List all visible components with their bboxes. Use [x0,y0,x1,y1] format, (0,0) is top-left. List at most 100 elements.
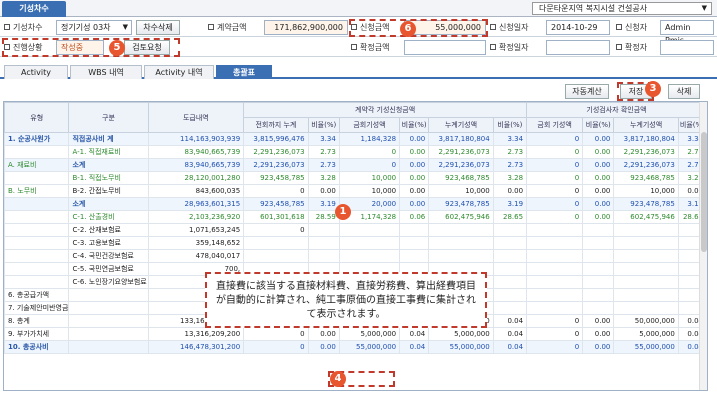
cell-c2: 0.00 [307,340,340,354]
cell-c9: 2,291,236,073 [613,158,679,172]
scrollbar-thumb[interactable] [701,132,707,252]
badge-1: 1 [335,204,351,220]
table-row[interactable]: C-2. 산재보험료 1,071,653,245 0 [4,223,707,237]
header-sub-6: 금회 기성액 [526,117,584,133]
cell-contract: 114,163,903,939 [147,132,245,146]
cell-c5: 602,475,946 [428,210,494,224]
cell-c3: 10,000 [338,184,401,198]
table-row[interactable]: C-3. 고용보험료 359,148,652 [4,236,707,250]
table-row[interactable]: A-1. 직접재료비 83,940,665,739 2,291,236,073 2.7… [4,145,707,159]
cell-c7: 0 [526,340,584,354]
cell-c1: 0 [243,223,309,237]
cell-c9: 3,817,180,804 [613,132,679,146]
confirm-date-field[interactable] [546,40,610,55]
header-group-confirm: 기성검사자 확인금액 [526,102,707,118]
cell-c7: 0 [526,197,584,211]
table-row[interactable]: 소계 28,963,601,315 923,458,785 3.19 20,000 0.0… [4,197,707,211]
cell-c7 [526,301,584,315]
tab-activity[interactable]: Activity [4,65,68,79]
cell-c2 [307,236,340,250]
cell-c6 [492,236,528,250]
header-sub-2: 금회기성액 [338,117,401,133]
cell-c8: 0.00 [582,210,615,224]
cell-c4: 0.00 [399,171,430,185]
request-date-field[interactable]: 2014-10-29 [546,20,610,35]
cell-c4: 0.00 [399,197,430,211]
cell-c1: 923,458,785 [243,171,309,185]
cell-c5 [428,249,494,263]
cell-c1: 2,291,236,073 [243,158,309,172]
checkbox-icon [4,24,10,30]
checkbox-icon [616,44,622,50]
label-request-date: 신청일자 [490,20,528,35]
cell-type [4,275,70,289]
table-row[interactable]: C-4. 국민건강보험료 478,040,017 [4,249,707,263]
applicant-field[interactable]: Admin Pmis [660,20,714,45]
table-row[interactable]: B-1. 직접노무비 28,120,001,280 923,458,785 3.28 1… [4,171,707,185]
chevron-down-icon: ▼ [701,4,707,12]
cell-c9: 55,000,000 [613,340,679,354]
cell-div [68,301,149,315]
cell-c4: 0.04 [399,327,430,341]
header-group-request: 계약각 기성신청금액 [243,102,528,118]
cell-c2: 0.00 [307,327,340,341]
cell-c7 [526,249,584,263]
cell-c7: 0 [526,327,584,341]
cell-c7: 0 [526,184,584,198]
cell-c4 [399,223,430,237]
cell-contract: 359,148,652 [147,236,245,250]
cell-c8: 0.00 [582,197,615,211]
cell-c6 [492,249,528,263]
header-sub-5: 비율(%) [492,117,528,133]
cell-c9: 923,468,785 [613,171,679,185]
cell-type: 9. 부가가치세 [4,327,70,341]
cell-c1 [243,249,309,263]
cell-c8 [582,223,615,237]
cell-c9 [613,236,679,250]
table-row[interactable]: B. 노무비 B-2. 간접노무비 843,600,035 0 0.00 10,000 0.… [4,184,707,198]
header-sub-8: 누계기성액 [613,117,679,133]
label-round: 기성차수 [4,20,42,35]
badge-6: 6 [400,21,416,37]
auto-calc-button[interactable]: 자동계산 [565,84,609,99]
cell-c3 [338,249,401,263]
table-row[interactable]: 1. 순공사원가 직접공사비 계 114,163,903,939 3,815,996,… [4,132,707,146]
confirmer-field[interactable] [660,40,714,55]
contract-amount-field[interactable]: 171,862,900,000 [264,20,348,35]
cell-c1: 0 [243,184,309,198]
cell-c1: 2,291,236,073 [243,145,309,159]
cell-c8: 0.00 [582,327,615,341]
table-row[interactable]: 9. 부가가치세 13,316,209,200 0 0.00 5,000,000 0.04… [4,327,707,341]
cell-c7 [526,288,584,302]
cell-contract: 2,103,236,920 [147,210,245,224]
cell-c5: 923,478,785 [428,197,494,211]
cell-c6: 3.34 [492,132,528,146]
cell-c6: 2.73 [492,158,528,172]
cell-c8 [582,249,615,263]
table-row[interactable]: A. 재료비 소계 83,940,665,739 2,291,236,073 2.73 0… [4,158,707,172]
project-select[interactable]: 다문타운지역 복지시설 건설공사 ▼ [532,2,712,15]
delete-round-button[interactable]: 차수삭제 [136,20,180,35]
tab-progress-round[interactable]: 기성차수 [2,1,66,17]
header-sub-1: 비율(%) [307,117,340,133]
cell-contract: 28,963,601,315 [147,197,245,211]
header-sub-0: 전회까지 누계 [243,117,309,133]
tab-wbs-detail[interactable]: WBS 내역 [70,65,142,79]
table-row[interactable]: 10. 총공사비 146,478,301,200 0 0.00 55,000,000 0.… [4,340,707,354]
tab-activity-detail[interactable]: Activity 내역 [144,65,214,79]
vertical-scrollbar[interactable] [699,102,707,390]
cell-div [68,288,149,302]
delete-button[interactable]: 삭제 [668,84,700,99]
cell-contract: 478,040,017 [147,249,245,263]
table-row[interactable]: C-1. 산출경비 2,103,236,920 601,301,618 28.59 1,… [4,210,707,224]
cell-c3: 10,000 [338,171,401,185]
cell-c4: 0.04 [399,340,430,354]
cell-c8 [582,275,615,289]
confirm-amount-field[interactable] [404,40,486,55]
cell-c4: 0.06 [399,210,430,224]
cell-c9 [613,288,679,302]
cell-c3 [338,223,401,237]
round-select[interactable]: 정기기성 03차 ▼ [56,20,132,35]
label-confirm-date: 확정일자 [490,40,528,55]
tab-summary[interactable]: 총괄표 [216,65,272,79]
